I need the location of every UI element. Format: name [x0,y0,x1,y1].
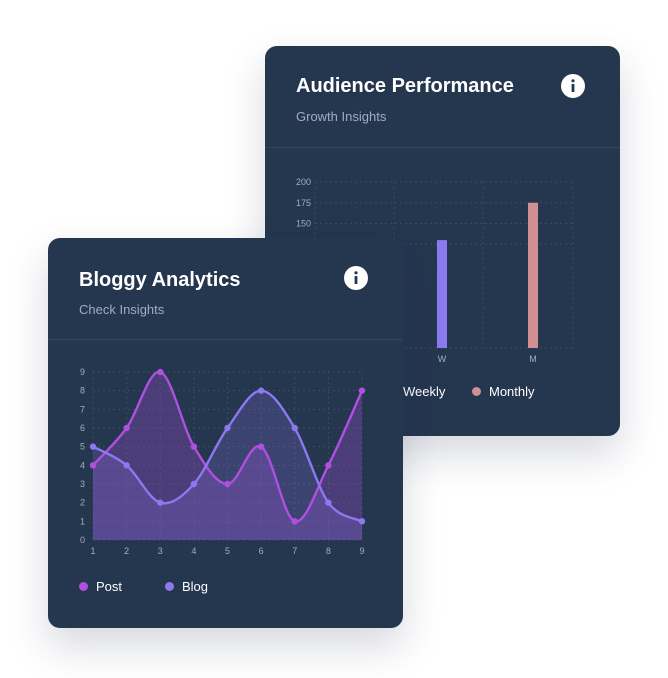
y-tick-label: 2 [80,498,85,508]
y-tick-label: 200 [296,177,311,187]
y-tick-label: 6 [80,423,85,433]
legend-blog-dot [165,582,174,591]
y-tick-label: 5 [80,442,85,452]
point-blog [190,480,198,488]
y-tick-label: 9 [80,367,85,377]
point-post [358,387,366,394]
y-tick-label: 3 [80,479,85,489]
point-blog [89,443,97,450]
x-tick-label: 4 [191,546,196,556]
x-tick-label: W [438,354,447,364]
analytics-line-chart: 01234567891 2 3 4 5 6 7 8 9 [80,367,366,556]
point-post [291,518,298,525]
legend-post[interactable]: Post [79,579,122,594]
legend-weekly-label: Weekly [403,384,446,399]
x-tick-label: 7 [292,546,297,556]
legend-monthly[interactable]: Monthly [472,384,535,399]
point-post [190,443,198,450]
point-blog [224,424,231,432]
legend-post-dot [79,582,88,591]
legend-post-label: Post [96,579,123,594]
y-tick-label: 4 [80,460,85,470]
x-tick-label: M [529,354,537,364]
x-tick-label: 8 [326,546,331,556]
bar-m [528,202,538,348]
legend-monthly-label: Monthly [489,384,535,399]
y-tick-label: 150 [296,219,311,229]
point-post [89,462,97,469]
x-tick-label: 9 [359,546,364,556]
point-post [123,424,130,432]
y-tick-label: 7 [80,404,85,414]
x-tick-label: 3 [158,546,163,556]
point-blog [123,462,130,469]
point-post [157,368,164,376]
x-tick-label: 1 [90,546,95,556]
point-post [257,443,265,450]
legend-blog-label: Blog [182,579,209,594]
bloggy-analytics-card: Bloggy Analytics Check Insights 01234567… [48,238,403,628]
y-tick-label: 175 [296,198,311,208]
x-tick-label: 6 [259,546,264,556]
x-tick-label: 5 [225,546,230,556]
y-tick-label: 1 [80,516,85,526]
bar-w [437,240,447,348]
point-post [325,462,332,469]
x-tick-label: 2 [124,546,129,556]
legend-blog[interactable]: Blog [165,579,208,594]
legend-weekly[interactable]: Weekly [403,384,445,399]
point-post [224,480,231,488]
point-blog [358,518,366,525]
legend-monthly-dot [472,387,481,396]
point-blog [291,424,298,432]
point-blog [257,387,265,394]
y-tick-label: 0 [80,535,85,545]
y-tick-label: 8 [80,386,85,396]
point-blog [157,499,164,506]
point-blog [325,499,332,506]
